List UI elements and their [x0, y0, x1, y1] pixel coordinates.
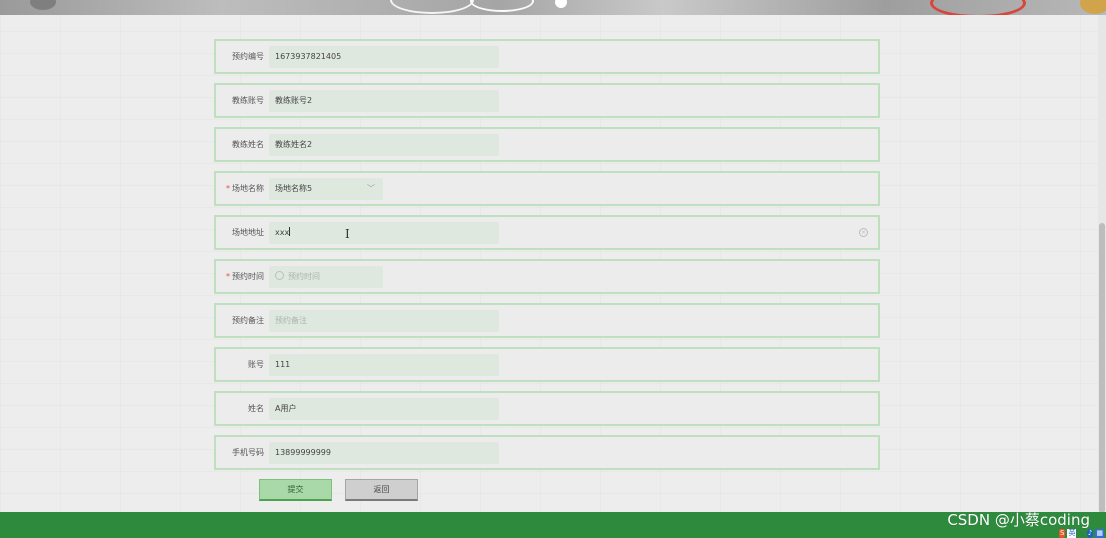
form-label-text: 预约备注 — [232, 316, 264, 325]
clock-icon — [275, 271, 284, 280]
form-label-text: 账号 — [248, 360, 264, 369]
form-label-text: 姓名 — [248, 404, 264, 413]
form-label-text: 教练姓名 — [232, 140, 264, 149]
chevron-down-icon[interactable]: ﹀ — [367, 178, 375, 200]
field-value: A用户 — [275, 404, 297, 413]
form-row-booking-time: * 预约时间 预约时间 — [214, 259, 880, 294]
form-label-text: 预约时间 — [232, 272, 264, 281]
submit-button[interactable]: 提交 — [259, 479, 332, 501]
form-row-booking-number: 预约编号 1673937821405 — [214, 39, 880, 74]
form-row-venue-address: 场地地址 xxx × — [214, 215, 880, 250]
required-mark: * — [226, 184, 230, 193]
form-label: * 场地名称 — [216, 173, 264, 204]
keyboard-icon[interactable]: ▦ — [1095, 528, 1104, 538]
field-value: 111 — [275, 360, 291, 369]
form-label: 预约备注 — [216, 305, 264, 336]
account-field[interactable]: 111 — [269, 354, 499, 376]
ime-mode-toggle[interactable]: 英 — [1067, 528, 1077, 538]
form-label-text: 场地名称 — [232, 184, 264, 193]
form-row-coach-account: 教练账号 教练账号2 — [214, 83, 880, 118]
form-row-phone: 手机号码 13899999999 — [214, 435, 880, 470]
banner-decoration — [930, 0, 1026, 15]
booking-remark-input[interactable]: 预约备注 — [269, 310, 499, 332]
form-label: 账号 — [216, 349, 264, 380]
form-label-text: 手机号码 — [232, 448, 264, 457]
field-value: 1673937821405 — [275, 52, 342, 61]
venue-address-input[interactable]: xxx — [269, 222, 499, 244]
field-value: 13899999999 — [275, 448, 331, 457]
ime-logo-icon[interactable]: S — [1059, 528, 1066, 538]
ime-tray: S 英 ·, ♪ ▦ — [1059, 528, 1104, 538]
form-label: * 预约时间 — [216, 261, 264, 292]
banner-decoration — [1080, 0, 1106, 14]
form-row-coach-name: 教练姓名 教练姓名2 — [214, 127, 880, 162]
form-label: 预约编号 — [216, 41, 264, 72]
booking-number-field[interactable]: 1673937821405 — [269, 46, 499, 68]
venue-name-select[interactable]: 场地名称5 ﹀ — [269, 178, 383, 200]
banner-decoration — [30, 0, 56, 10]
page-scrollbar[interactable] — [1098, 15, 1106, 513]
form-label-text: 场地地址 — [232, 228, 264, 237]
banner-decoration — [470, 0, 534, 12]
caret — [289, 227, 291, 236]
form-row-name: 姓名 A用户 — [214, 391, 880, 426]
form-label-text: 教练账号 — [232, 96, 264, 105]
field-value: 教练姓名2 — [275, 140, 313, 149]
footer-bar — [0, 512, 1106, 538]
required-mark: * — [226, 272, 230, 281]
banner-decoration — [390, 0, 474, 14]
booking-time-picker[interactable]: 预约时间 — [269, 266, 383, 288]
name-field[interactable]: A用户 — [269, 398, 499, 420]
text-cursor-icon: I — [345, 227, 350, 241]
phone-field[interactable]: 13899999999 — [269, 442, 499, 464]
field-value: xxx — [275, 228, 290, 237]
form-label: 教练账号 — [216, 85, 264, 116]
watermark-text: CSDN @小蔡coding — [947, 511, 1090, 529]
form-label: 场地地址 — [216, 217, 264, 248]
field-value: 教练账号2 — [275, 96, 313, 105]
form-label: 教练姓名 — [216, 129, 264, 160]
coach-account-field[interactable]: 教练账号2 — [269, 90, 499, 112]
coach-name-field[interactable]: 教练姓名2 — [269, 134, 499, 156]
microphone-icon[interactable]: ♪ — [1086, 528, 1094, 538]
form-row-venue-name: * 场地名称 场地名称5 ﹀ — [214, 171, 880, 206]
field-placeholder: 预约备注 — [275, 316, 307, 325]
form-label: 手机号码 — [216, 437, 264, 468]
field-placeholder: 预约时间 — [288, 272, 320, 281]
form-label: 姓名 — [216, 393, 264, 424]
banner-decoration — [555, 0, 567, 8]
scrollbar-thumb[interactable] — [1099, 223, 1105, 513]
form-label-text: 预约编号 — [232, 52, 264, 61]
back-button[interactable]: 返回 — [345, 479, 418, 501]
form-row-booking-remark: 预约备注 预约备注 — [214, 303, 880, 338]
form-row-account: 账号 111 — [214, 347, 880, 382]
select-value: 场地名称5 — [275, 184, 313, 193]
top-banner-image — [0, 0, 1106, 15]
clear-icon[interactable]: × — [859, 228, 868, 237]
punctuation-icon[interactable]: ·, — [1078, 529, 1084, 538]
